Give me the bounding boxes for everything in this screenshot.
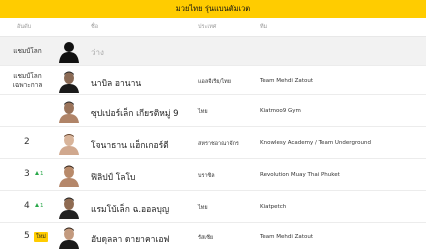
- interim-rank-label: แชมป์โลก เฉพาะกาล: [0, 72, 55, 90]
- rank-number: 4: [24, 201, 30, 211]
- table-row[interactable]: 5 ใหม่ อับดุลลา ดายาคาเอฟ รัสเซีย Team M…: [0, 223, 426, 250]
- title-bar: มวยไทย รุ่นแบนตัมเวต: [0, 0, 426, 18]
- fighter-name[interactable]: ฟิลิปป์ โลโบ: [91, 170, 135, 184]
- fighter-team: Kiatpetch: [260, 204, 287, 210]
- fighter-name[interactable]: แรมโบ้เล็ก ฉ.ออลบุญ: [91, 202, 169, 216]
- fighter-name[interactable]: นาบิล อานาน: [91, 76, 141, 90]
- table-row[interactable]: 3 1 ฟิลิปป์ โลโบ บราซิล Revolution Muay …: [0, 159, 426, 191]
- fighter-country: ไทย: [198, 205, 208, 211]
- fighter-name[interactable]: โจนาธาน แฮ็กเกอร์ตี: [91, 138, 169, 152]
- fighter-team: Knowlesy Academy / Team Underground: [260, 140, 371, 146]
- fighter-country: ไทย: [198, 109, 208, 115]
- rank-change-value: 1: [40, 171, 44, 177]
- table-row[interactable]: 2 โจนาธาน แฮ็กเกอร์ตี สหราชอาณาจักร Know…: [0, 127, 426, 159]
- fighter-avatar: [58, 99, 80, 123]
- fighter-avatar: [58, 195, 80, 219]
- fighter-name[interactable]: อับดุลลา ดายาคาเอฟ: [91, 232, 169, 246]
- fighter-avatar: [58, 131, 80, 155]
- rank-number: 2: [24, 137, 30, 147]
- fighter-country: สหราชอาณาจักร: [198, 141, 239, 147]
- rank-change-value: 1: [40, 203, 44, 209]
- rank-change-up: 1: [35, 203, 44, 209]
- fighter-avatar: [58, 163, 80, 187]
- champion-rank-label: แชมป์โลก: [13, 47, 42, 55]
- column-header-rank: อันดับ: [17, 24, 32, 30]
- fighter-country: บราซิล: [198, 173, 215, 179]
- column-header-row: อันดับ ชื่อ ประเทศ ทีม: [0, 18, 426, 37]
- fighter-avatar: [58, 69, 80, 93]
- interim-rank-line1: แชมป์โลก: [13, 72, 42, 80]
- champion-row: แชมป์โลก ว่าง: [0, 37, 426, 66]
- fighter-avatar: [58, 225, 80, 249]
- fighter-country: แอลจีเรีย/ไทย: [198, 79, 231, 85]
- fighter-name[interactable]: ซุปเปอร์เล็ก เกียรติหมู่ 9: [91, 106, 179, 120]
- rank-number: 3: [24, 169, 30, 179]
- page-title: มวยไทย รุ่นแบนตัมเวต: [175, 4, 251, 13]
- fighter-country: รัสเซีย: [198, 235, 214, 241]
- arrow-up-icon: [35, 203, 39, 207]
- fighter-team: Team Mehdi Zatout: [260, 234, 313, 240]
- column-header-country: ประเทศ: [198, 24, 217, 30]
- rank-change-up: 1: [35, 171, 44, 177]
- fighter-team: Kiatmoo9 Gym: [260, 108, 301, 114]
- fighter-team: Team Mehdi Zatout: [260, 78, 313, 84]
- champion-name: ว่าง: [91, 48, 104, 57]
- table-row[interactable]: 4 1 แรมโบ้เล็ก ฉ.ออลบุญ ไทย Kiatpetch: [0, 191, 426, 223]
- column-header-name: ชื่อ: [91, 24, 99, 30]
- interim-champion-row[interactable]: แชมป์โลก เฉพาะกาล นาบิล อานาน แอลจีเรีย/…: [0, 66, 426, 95]
- arrow-up-icon: [35, 171, 39, 175]
- fighter-team: Revolution Muay Thai Phuket: [260, 172, 340, 178]
- new-badge: ใหม่: [34, 232, 48, 242]
- table-row[interactable]: ซุปเปอร์เล็ก เกียรติหมู่ 9 ไทย Kiatmoo9 …: [0, 95, 426, 127]
- rank-number: 5: [24, 231, 30, 241]
- column-header-team: ทีม: [260, 24, 268, 30]
- interim-rank-line2: เฉพาะกาล: [12, 81, 43, 89]
- vacant-avatar: [58, 39, 80, 63]
